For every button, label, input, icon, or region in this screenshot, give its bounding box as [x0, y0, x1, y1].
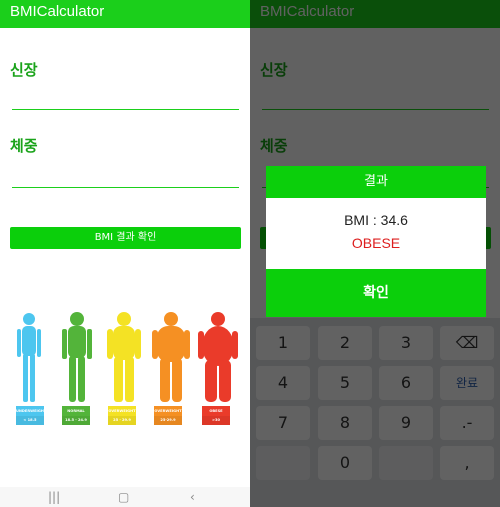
- overweight-high-figure: [152, 310, 190, 403]
- weight-label: 체중: [10, 137, 38, 155]
- underweight-figure: [14, 310, 44, 403]
- height-input[interactable]: [12, 109, 239, 110]
- tag-name: UNDERWEIGHT: [16, 409, 47, 413]
- recents-icon[interactable]: |||: [48, 490, 60, 504]
- dialog-title: 결과: [266, 166, 486, 198]
- weight-input[interactable]: [12, 187, 239, 188]
- main-screen: BMICalculator 신장 체중 BMI 결과 확인 UNDERWEIGH…: [0, 0, 250, 507]
- result-dialog: 결과 BMI : 34.6 OBESE 확인: [266, 166, 486, 317]
- height-label: 신장: [10, 61, 38, 79]
- overweight-high-tag: OVERWEIGHT 25-29.9: [154, 406, 182, 425]
- tag-range: >30: [202, 416, 230, 425]
- dialog-confirm-button[interactable]: 확인: [266, 269, 486, 317]
- normal-figure: [60, 310, 94, 403]
- tag-range: < 18.5: [16, 416, 44, 425]
- normal-tag: NORMAL 18.5 - 24.9: [62, 406, 90, 425]
- tag-name: OBESE: [209, 409, 223, 413]
- overweight-tag: OVERWEIGHT 25 - 29.9: [108, 406, 136, 425]
- tag-name: NORMAL: [67, 409, 85, 413]
- tag-range: 25-29.9: [154, 416, 182, 425]
- obese-figure: [198, 310, 238, 403]
- bmi-check-button[interactable]: BMI 결과 확인: [10, 227, 241, 249]
- app-title: BMICalculator: [10, 3, 105, 20]
- bmi-classification: OBESE: [351, 235, 401, 251]
- tag-name: OVERWEIGHT: [108, 409, 136, 413]
- keyboard-scrim: [250, 318, 500, 507]
- back-icon[interactable]: ‹: [190, 490, 195, 504]
- underweight-tag: UNDERWEIGHT < 18.5: [16, 406, 47, 425]
- tag-name: OVERWEIGHT: [154, 409, 182, 413]
- tag-range: 18.5 - 24.9: [62, 416, 90, 425]
- tag-range: 25 - 29.9: [108, 416, 136, 425]
- overweight-figure: [106, 310, 142, 403]
- obese-tag: OBESE >30: [202, 406, 230, 425]
- bmi-value-text: BMI : 34.6: [344, 212, 408, 228]
- system-nav-bar: ||| ▢ ‹: [0, 487, 250, 507]
- home-icon[interactable]: ▢: [118, 490, 129, 504]
- app-bar: BMICalculator: [0, 0, 250, 28]
